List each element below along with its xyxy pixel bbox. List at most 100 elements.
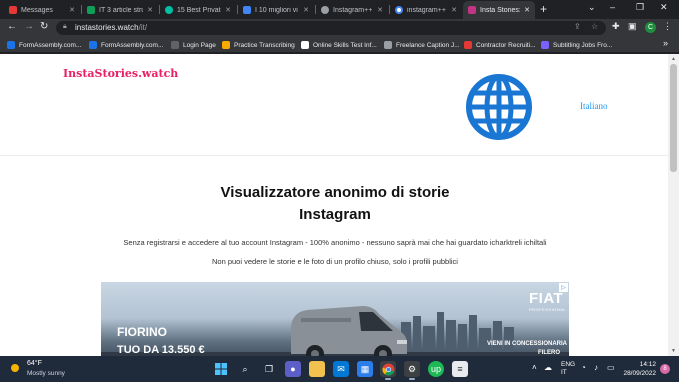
lock-icon[interactable]: 🔒︎ bbox=[63, 23, 67, 31]
tab-best-private[interactable]: 15 Best Private ✕ bbox=[160, 1, 236, 19]
search-icon[interactable]: ⌕ bbox=[237, 361, 253, 377]
bookmark-label: Freelance Caption J... bbox=[396, 41, 460, 49]
cloud-icon[interactable]: ☁ bbox=[544, 363, 552, 372]
messages-favicon-icon bbox=[9, 6, 17, 14]
notification-badge[interactable]: 8 bbox=[660, 364, 670, 374]
tab-title: I 10 migliori vi bbox=[255, 6, 298, 14]
chevron-up-icon[interactable]: ˄ bbox=[532, 363, 537, 372]
bookmark-item[interactable]: Freelance Caption J... bbox=[384, 39, 460, 51]
scroll-down-icon[interactable]: ▼ bbox=[671, 348, 676, 354]
ad-model-name: FIORINO bbox=[117, 325, 167, 339]
address-bar[interactable]: 🔒︎ instastories.watch/it/ ⇪ ☆ bbox=[56, 21, 606, 35]
subtitle-public-profiles: Non puoi vedere le storie e le foto di u… bbox=[212, 257, 458, 266]
close-icon[interactable]: ✕ bbox=[377, 6, 383, 14]
mail-icon[interactable]: ✉ bbox=[333, 361, 349, 377]
globe-favicon-icon bbox=[321, 6, 329, 14]
title-line-1: Visualizzatore anonimo di storie bbox=[220, 184, 450, 201]
weather-temperature[interactable]: 64°F bbox=[27, 360, 42, 367]
wifi-icon[interactable]: ◔ bbox=[581, 363, 586, 372]
scrollbar-thumb[interactable] bbox=[670, 64, 677, 172]
bookmark-item[interactable]: Practice Transcribing bbox=[222, 39, 295, 51]
bookmark-label: Contractor Recruiti... bbox=[476, 41, 536, 49]
bookmark-label: Practice Transcribing bbox=[234, 41, 295, 49]
minimize-icon[interactable]: – bbox=[610, 2, 615, 12]
upwork-icon[interactable]: up bbox=[428, 361, 444, 377]
subtitling-jobs-icon bbox=[541, 41, 549, 49]
back-arrow-icon[interactable]: ← bbox=[7, 21, 17, 32]
scroll-up-icon[interactable]: ▲ bbox=[671, 56, 676, 62]
url-path: /it/ bbox=[138, 23, 148, 32]
weather-condition[interactable]: Mostly sunny bbox=[27, 370, 65, 377]
formassembly-icon bbox=[7, 41, 15, 49]
transcribing-icon bbox=[222, 41, 230, 49]
tab-article-structure[interactable]: IT 3 article stru ✕ bbox=[82, 1, 158, 19]
bookmarks-overflow-icon[interactable]: » bbox=[663, 38, 668, 48]
tab-google-search[interactable]: instagram++ ✕ bbox=[390, 1, 462, 19]
bookmark-item[interactable]: Login Page bbox=[171, 39, 216, 51]
close-icon[interactable]: ✕ bbox=[225, 6, 231, 14]
share-icon[interactable]: ⇪ bbox=[574, 22, 581, 31]
ad-brand-sub: PROFESSIONAL bbox=[529, 307, 567, 312]
window-close-icon[interactable]: ✕ bbox=[660, 2, 668, 13]
language-selector[interactable]: Italiano bbox=[580, 101, 608, 111]
tab-title: IT 3 article stru bbox=[99, 6, 144, 14]
globe-icon[interactable] bbox=[465, 73, 533, 141]
menu-kebab-icon[interactable]: ⋮ bbox=[663, 21, 672, 32]
settings-gear-icon[interactable]: ⚙ bbox=[404, 361, 420, 380]
close-icon[interactable]: ✕ bbox=[69, 6, 75, 14]
skills-test-icon bbox=[301, 41, 309, 49]
bookmark-item[interactable]: Contractor Recruiti... bbox=[464, 39, 536, 51]
close-icon[interactable]: ✕ bbox=[147, 6, 153, 14]
input-language-secondary: IT bbox=[561, 369, 567, 376]
url-text[interactable]: instastories.watch/it/ bbox=[75, 23, 147, 32]
bookmark-item[interactable]: FormAssembly.com... bbox=[7, 39, 81, 51]
task-view-icon[interactable]: ❐ bbox=[261, 361, 277, 377]
bookmarks-bar: FormAssembly.com... FormAssembly.com... … bbox=[0, 37, 679, 53]
bookmark-label: Subtitling Jobs Fro... bbox=[553, 41, 613, 49]
bookmark-star-icon[interactable]: ☆ bbox=[591, 22, 598, 31]
chevron-down-icon[interactable]: ⌄ bbox=[588, 2, 596, 13]
bookmark-item[interactable]: Subtitling Jobs Fro... bbox=[541, 39, 612, 51]
clock-date: 28/09/2022 bbox=[623, 370, 656, 377]
new-tab-button[interactable]: + bbox=[540, 2, 547, 16]
close-icon[interactable]: ✕ bbox=[303, 6, 309, 14]
url-host: instastories.watch bbox=[75, 23, 139, 32]
tab-title: 15 Best Private bbox=[177, 6, 222, 14]
teams-chat-icon[interactable]: ● bbox=[285, 361, 301, 377]
profile-avatar[interactable]: C bbox=[645, 22, 656, 33]
tab-title: Messages bbox=[21, 6, 53, 14]
input-language-primary: ENG bbox=[561, 361, 576, 368]
weather-sun-icon[interactable] bbox=[9, 362, 21, 374]
insta-stories-favicon-icon bbox=[468, 6, 476, 14]
windows-taskbar: 64°F Mostly sunny ⌕ ❐ ● ✉ ▦ ⚙ up ≡ ˄ ☁ E… bbox=[0, 356, 679, 382]
tab-messages[interactable]: Messages ✕ bbox=[4, 1, 80, 19]
restore-icon[interactable]: ❐ bbox=[636, 2, 644, 13]
file-explorer-icon[interactable] bbox=[309, 361, 325, 377]
chrome-icon[interactable] bbox=[380, 361, 396, 380]
side-panel-icon[interactable]: ▣ bbox=[628, 21, 637, 32]
tab-migliori[interactable]: I 10 migliori vi ✕ bbox=[238, 1, 314, 19]
reload-icon[interactable]: ↻ bbox=[40, 21, 48, 32]
volume-icon[interactable]: ♪ bbox=[594, 363, 598, 372]
tab-title: instagram++ bbox=[407, 6, 446, 14]
subtitle-anonymous: Senza registrarsi e accedere al tuo acco… bbox=[123, 238, 547, 247]
bookmark-item[interactable]: Online Skills Test Inf... bbox=[301, 39, 377, 51]
advertisement-banner[interactable]: ▷ FIAT PROFESSIONAL FIORINO TUO DA 13.55… bbox=[101, 282, 569, 356]
bookmark-item[interactable]: FormAssembly.com... bbox=[89, 39, 163, 51]
tab-instagram-plus[interactable]: Instagram++ | ✕ bbox=[316, 1, 388, 19]
close-icon[interactable]: ✕ bbox=[524, 6, 530, 14]
battery-icon[interactable]: ▭ bbox=[607, 363, 615, 372]
site-logo[interactable]: InstaStories.watch bbox=[63, 67, 178, 80]
extensions-puzzle-icon[interactable]: ✚ bbox=[612, 21, 620, 32]
forward-arrow-icon[interactable]: → bbox=[24, 21, 34, 32]
microsoft-store-icon[interactable]: ▦ bbox=[357, 361, 373, 377]
notepad-icon[interactable]: ≡ bbox=[452, 361, 468, 377]
close-icon[interactable]: ✕ bbox=[451, 6, 457, 14]
start-windows-icon[interactable] bbox=[213, 361, 229, 377]
system-clock[interactable]: 14:12 28/09/2022 bbox=[620, 360, 656, 378]
google-favicon-icon bbox=[395, 6, 403, 14]
docs-favicon-icon bbox=[243, 6, 251, 14]
page-scrollbar[interactable]: ▲ ▼ bbox=[668, 54, 679, 356]
input-language[interactable]: ENG IT bbox=[561, 361, 575, 377]
tab-insta-stories[interactable]: Insta Stories: V ✕ bbox=[463, 1, 535, 19]
